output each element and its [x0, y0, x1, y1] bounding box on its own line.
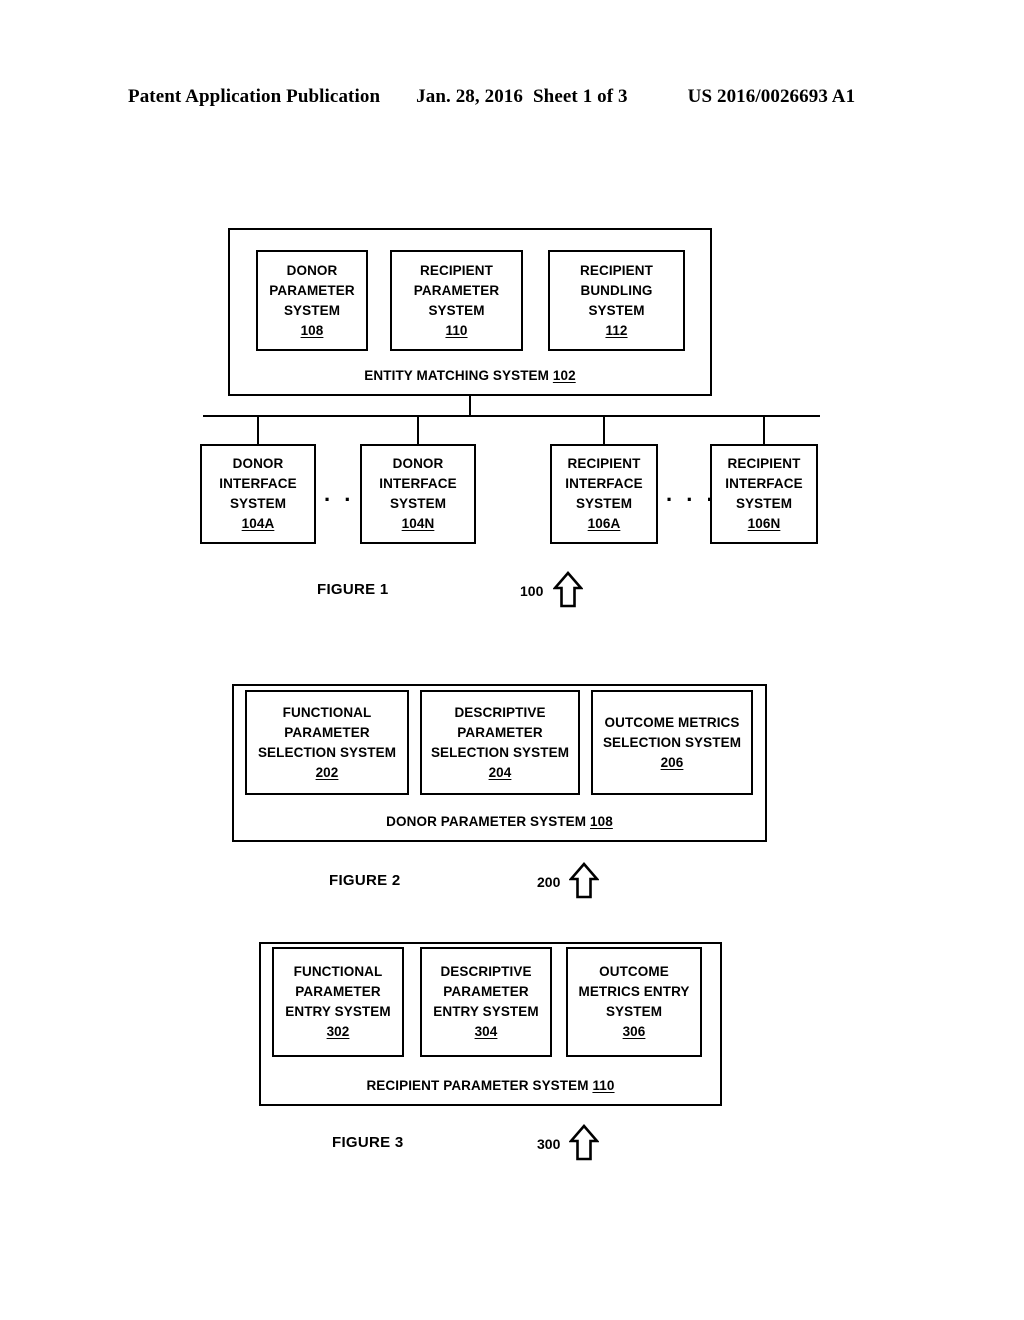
bus-drop-106a — [603, 416, 605, 444]
functional-parameter-entry-system-line-3: ENTRY SYSTEM — [285, 1004, 391, 1019]
descriptive-parameter-entry-system-ref: 304 — [474, 1024, 498, 1039]
descriptive-parameter-entry-system-box: DESCRIPTIVE PARAMETER ENTRY SYSTEM 304 — [420, 947, 552, 1057]
descriptive-parameter-entry-system-line-3: ENTRY SYSTEM — [433, 1004, 539, 1019]
entity-matching-system-ref: 102 — [552, 368, 576, 383]
functional-parameter-entry-system-line-1: FUNCTIONAL — [293, 964, 383, 979]
page-header: Patent Application Publication Jan. 28, … — [128, 86, 896, 108]
recipient-interface-system-106a-box: RECIPIENT INTERFACE SYSTEM 106A — [550, 444, 658, 544]
donor-parameter-system-ref: 108 — [300, 322, 324, 338]
recipient-interface-system-106n-line-2: INTERFACE — [725, 476, 803, 491]
entity-matching-system-caption: ENTITY MATCHING SYSTEM 102 — [230, 368, 710, 383]
header-sheet-label: Sheet 1 of 3 — [533, 86, 628, 107]
figure1-caption: FIGURE 1 — [317, 581, 389, 598]
recipient-interface-system-106n-line-3: SYSTEM — [735, 496, 793, 511]
donor-interface-system-104a-line-2: INTERFACE — [219, 476, 297, 491]
recipient-bundling-system-ref: 112 — [605, 322, 628, 338]
figure3-caption: FIGURE 3 — [332, 1134, 404, 1151]
functional-parameter-selection-system-line-1: FUNCTIONAL — [282, 704, 372, 720]
figure2-reference-number: 200 — [537, 874, 561, 890]
recipient-bundling-system-line-1: RECIPIENT — [580, 262, 653, 278]
descriptive-parameter-selection-system-box: DESCRIPTIVE PARAMETER SELECTION SYSTEM 2… — [420, 690, 580, 795]
outcome-metrics-entry-system-line-2: METRICS ENTRY — [578, 984, 690, 999]
functional-parameter-entry-system-box: FUNCTIONAL PARAMETER ENTRY SYSTEM 302 — [272, 947, 404, 1057]
donor-interface-system-104a-line-1: DONOR — [232, 456, 284, 471]
outcome-metrics-entry-system-line-1: OUTCOME — [599, 964, 669, 979]
donor-parameter-system-container-label: DONOR PARAMETER SYSTEM — [386, 814, 587, 829]
donor-interface-system-104n-box: DONOR INTERFACE SYSTEM 104N — [360, 444, 476, 544]
header-patent-number: US 2016/0026693 A1 — [687, 86, 856, 107]
donor-parameter-system-box: DONOR PARAMETER SYSTEM 108 — [256, 250, 368, 351]
descriptive-parameter-selection-system-ref: 204 — [488, 764, 512, 780]
recipient-interface-system-106a-line-1: RECIPIENT — [567, 456, 641, 471]
recipient-interface-system-106a-ref: 106A — [587, 516, 621, 531]
recipient-bundling-system-line-2: BUNDLING — [580, 282, 653, 298]
functional-parameter-selection-system-box: FUNCTIONAL PARAMETER SELECTION SYSTEM 20… — [245, 690, 409, 795]
bus-drop-106n — [763, 416, 765, 444]
recipient-interface-system-106n-ref: 106N — [747, 516, 781, 531]
recipient-parameter-system-caption: RECIPIENT PARAMETER SYSTEM 110 — [261, 1078, 720, 1093]
header-date-label: Jan. 28, 2016 — [416, 86, 524, 107]
recipient-parameter-system-line-3: SYSTEM — [428, 302, 485, 318]
recipient-parameter-system-container-ref: 110 — [592, 1078, 615, 1093]
donor-parameter-system-line-2: PARAMETER — [269, 282, 355, 298]
functional-parameter-selection-system-line-2: PARAMETER — [284, 724, 370, 740]
donor-parameter-system-caption: DONOR PARAMETER SYSTEM 108 — [234, 814, 765, 829]
descriptive-parameter-selection-system-line-2: PARAMETER — [457, 724, 543, 740]
figure2-caption: FIGURE 2 — [329, 872, 401, 889]
bus-drop-104n — [417, 416, 419, 444]
descriptive-parameter-selection-system-line-3: SELECTION SYSTEM — [430, 744, 570, 760]
recipient-parameter-system-line-1: RECIPIENT — [420, 262, 493, 278]
recipient-interface-system-106a-line-3: SYSTEM — [575, 496, 633, 511]
entity-matching-system-label: ENTITY MATCHING SYSTEM — [364, 368, 550, 383]
recipient-parameter-system-container-label: RECIPIENT PARAMETER SYSTEM — [366, 1078, 589, 1093]
donor-parameter-system-container-ref: 108 — [590, 814, 613, 829]
recipient-parameter-system-line-2: PARAMETER — [413, 282, 500, 298]
functional-parameter-selection-system-line-3: SELECTION SYSTEM — [257, 744, 397, 760]
donor-interface-system-104a-line-3: SYSTEM — [229, 496, 287, 511]
donor-interface-system-104n-line-2: INTERFACE — [379, 476, 457, 491]
figure1-reference-number: 100 — [520, 583, 544, 599]
donor-parameter-system-line-3: SYSTEM — [283, 302, 341, 318]
descriptive-parameter-entry-system-line-2: PARAMETER — [443, 984, 529, 999]
functional-parameter-entry-system-ref: 302 — [326, 1024, 350, 1039]
functional-parameter-entry-system-line-2: PARAMETER — [295, 984, 381, 999]
bus-horizontal-line — [203, 415, 820, 417]
bus-drop-104a — [257, 416, 259, 444]
up-arrow-outline-icon — [569, 1124, 599, 1161]
donor-interface-system-104n-line-1: DONOR — [392, 456, 444, 471]
up-arrow-outline-icon — [553, 571, 583, 608]
recipient-parameter-system-ref: 110 — [445, 322, 468, 338]
bus-drop-from-entity-matching-system — [469, 396, 471, 416]
outcome-metrics-selection-system-line-1: OUTCOME METRICS — [604, 714, 740, 730]
header-publication-label: Patent Application Publication — [128, 86, 381, 107]
functional-parameter-selection-system-ref: 202 — [315, 764, 339, 780]
donor-interface-system-104a-box: DONOR INTERFACE SYSTEM 104A — [200, 444, 316, 544]
outcome-metrics-entry-system-ref: 306 — [622, 1024, 646, 1039]
donor-parameter-system-line-1: DONOR — [286, 262, 338, 278]
outcome-metrics-selection-system-ref: 206 — [660, 754, 684, 770]
outcome-metrics-entry-system-line-3: SYSTEM — [605, 1004, 663, 1019]
up-arrow-outline-icon — [569, 862, 599, 899]
recipient-bundling-system-box: RECIPIENT BUNDLING SYSTEM 112 — [548, 250, 685, 351]
donor-interface-system-104n-line-3: SYSTEM — [389, 496, 447, 511]
figure3-reference-number: 300 — [537, 1136, 561, 1152]
ellipsis-recipient-interfaces: . . . — [666, 481, 717, 506]
outcome-metrics-selection-system-line-2: SELECTION SYSTEM — [602, 734, 742, 750]
descriptive-parameter-selection-system-line-1: DESCRIPTIVE — [454, 704, 546, 720]
donor-interface-system-104a-ref: 104A — [241, 516, 275, 531]
recipient-interface-system-106n-box: RECIPIENT INTERFACE SYSTEM 106N — [710, 444, 818, 544]
descriptive-parameter-entry-system-line-1: DESCRIPTIVE — [440, 964, 532, 979]
outcome-metrics-entry-system-box: OUTCOME METRICS ENTRY SYSTEM 306 — [566, 947, 702, 1057]
recipient-interface-system-106a-line-2: INTERFACE — [565, 476, 643, 491]
donor-interface-system-104n-ref: 104N — [401, 516, 435, 531]
outcome-metrics-selection-system-box: OUTCOME METRICS SELECTION SYSTEM 206 — [591, 690, 753, 795]
recipient-parameter-system-box: RECIPIENT PARAMETER SYSTEM 110 — [390, 250, 523, 351]
recipient-bundling-system-line-3: SYSTEM — [588, 302, 645, 318]
recipient-interface-system-106n-line-1: RECIPIENT — [727, 456, 801, 471]
